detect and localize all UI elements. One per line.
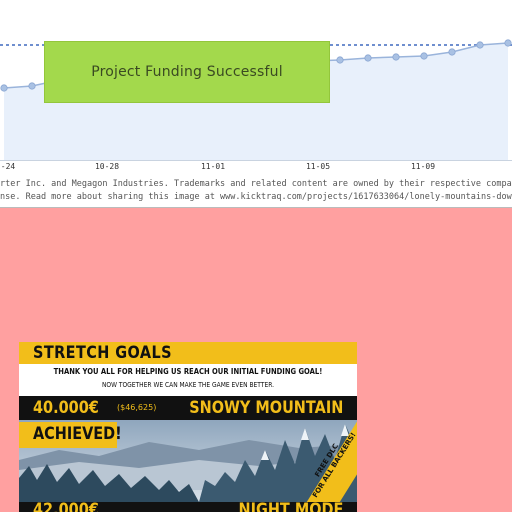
data-point[interactable] <box>476 41 484 49</box>
achieved-label: ACHIEVED! <box>33 424 122 444</box>
thanks-line-1: THANK YOU ALL FOR HELPING US REACH OUR I… <box>53 367 323 376</box>
thanks-line-2: NOW TOGETHER WE CAN MAKE THE GAME EVEN B… <box>101 381 275 389</box>
next-goal-amount: 42.000€ <box>33 500 99 512</box>
stretch-goals-image: STRETCH GOALS THANK YOU ALL FOR HELPING … <box>19 342 357 512</box>
attribution-line-2[interactable]: nse. Read more about sharing this image … <box>0 192 512 202</box>
data-point[interactable] <box>420 52 428 60</box>
attribution-line-1: rter Inc. and Megagon Industries. Tradem… <box>0 179 512 189</box>
data-point[interactable] <box>336 56 344 64</box>
next-goal-name: NIGHT MODE <box>238 500 343 512</box>
data-point[interactable] <box>504 39 512 47</box>
goal-amount: 40.000€ <box>33 398 99 418</box>
funding-banner-text: Project Funding Successful <box>91 64 283 80</box>
funding-successful-banner: Project Funding Successful <box>44 41 330 103</box>
data-point[interactable] <box>0 84 8 92</box>
goal-amount-usd: ($46,625) <box>117 403 157 412</box>
x-tick-label: 11-09 <box>410 162 436 171</box>
x-tick-label: 11-01 <box>200 162 226 171</box>
x-tick-label: 10-28 <box>94 162 120 171</box>
stretch-goals-title: STRETCH GOALS <box>33 343 172 363</box>
achieved-badge: ACHIEVED! <box>19 422 122 448</box>
x-tick-label: -24 <box>0 162 16 171</box>
data-point[interactable] <box>364 54 372 62</box>
data-point[interactable] <box>392 53 400 61</box>
x-tick-label: 11-05 <box>305 162 331 171</box>
goal-name: SNOWY MOUNTAIN <box>188 398 343 418</box>
x-axis-line <box>0 160 512 161</box>
funding-chart-panel: -24 10-28 11-01 11-05 11-09 Project Funding … <box>0 0 512 208</box>
panel-divider <box>0 207 512 208</box>
data-point[interactable] <box>28 82 36 90</box>
data-point[interactable] <box>448 48 456 56</box>
